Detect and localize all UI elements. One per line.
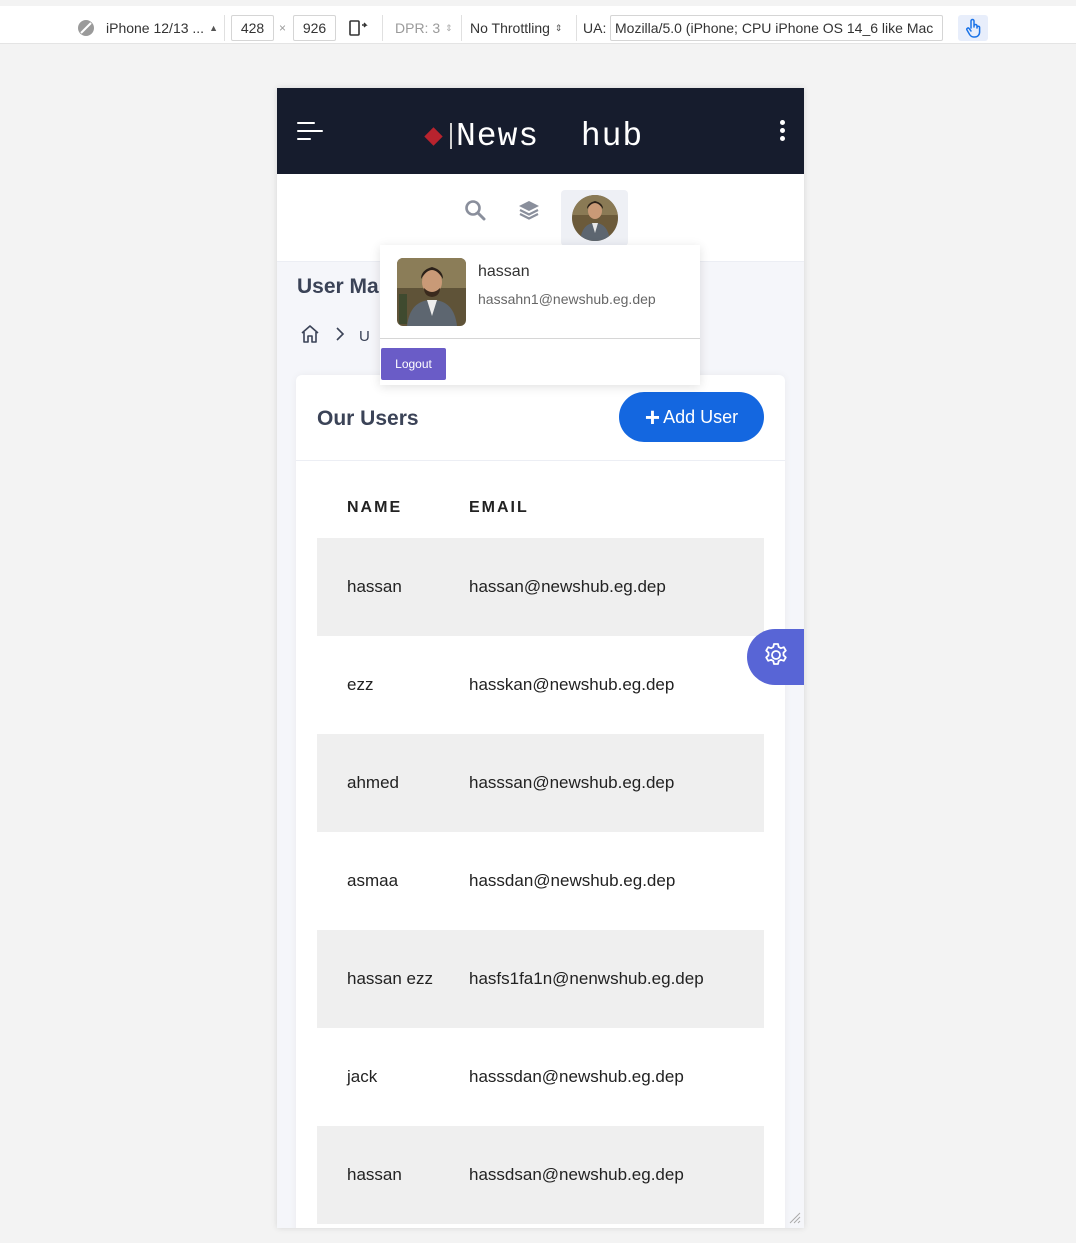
table-row[interactable]: hassan hassan@newshub.eg.dep — [317, 538, 764, 636]
user-name-cell: hassan ezz — [347, 969, 433, 988]
gear-icon — [763, 642, 789, 673]
layers-icon[interactable] — [513, 194, 545, 226]
users-card: Our Users + Add User NAME EMAIL hassan h… — [296, 375, 785, 1228]
table-row[interactable]: asmaa hassdan@newshub.eg.dep — [317, 832, 764, 930]
dpr-label: DPR: 3 — [395, 20, 441, 36]
user-name-cell: ahmed — [347, 773, 399, 792]
table-body: hassan hassan@newshub.eg.dep ezz hasskan… — [317, 538, 764, 1224]
search-icon[interactable] — [459, 194, 491, 226]
column-header-name[interactable]: NAME — [317, 499, 469, 517]
devtools-device-toolbar: iPhone 12/13 ... ▲ 428 × 926 DPR: 3 ⇕ No T… — [0, 0, 1076, 44]
rotate-device-icon[interactable] — [348, 15, 370, 41]
table-row[interactable]: jack hasssdan@newshub.eg.dep — [317, 1028, 764, 1126]
card-title: Our Users — [317, 407, 419, 430]
resize-handle[interactable] — [787, 1210, 801, 1224]
user-email-cell: hasssdan@newshub.eg.dep — [469, 1067, 684, 1086]
user-email-cell: hassdan@newshub.eg.dep — [469, 871, 676, 890]
home-icon[interactable] — [299, 323, 321, 350]
column-header-email[interactable]: EMAIL — [469, 499, 764, 517]
plus-icon: + — [644, 402, 661, 432]
device-select-label: iPhone 12/13 ... — [106, 20, 205, 36]
user-email-cell: hassan@newshub.eg.dep — [469, 577, 666, 596]
user-email-cell: hasssan@newshub.eg.dep — [469, 773, 675, 792]
device-select[interactable]: iPhone 12/13 ... ▲ — [106, 15, 218, 41]
profile-email: hassahn1@newshub.eg.dep — [478, 291, 656, 307]
chevron-right-icon — [335, 326, 345, 347]
touch-hand-icon[interactable] — [958, 15, 988, 41]
breadcrumb: U — [299, 324, 370, 348]
dpr-select[interactable]: DPR: 3 ⇕ — [395, 15, 453, 41]
brand-logo[interactable]: News hub — [424, 116, 644, 156]
mobile-viewport: News hub User Ma U hassan hassahn1@newsh… — [277, 88, 804, 1228]
add-user-button[interactable]: + Add User — [619, 392, 764, 442]
card-divider — [296, 460, 785, 461]
table-header: NAME EMAIL — [317, 478, 764, 538]
profile-dropdown: hassan hassahn1@newshub.eg.dep Logout — [380, 245, 700, 385]
user-agent-input[interactable]: Mozilla/5.0 (iPhone; CPU iPhone OS 14_6 … — [610, 15, 943, 41]
ua-label: UA: — [583, 20, 607, 36]
brand-divider — [450, 123, 452, 149]
throttling-select[interactable]: No Throttling ⇕ — [470, 15, 562, 41]
add-user-label: Add User — [663, 406, 739, 427]
page-title: User Ma — [297, 275, 379, 298]
brand-name: News hub — [456, 117, 644, 155]
logout-button[interactable]: Logout — [381, 348, 446, 380]
profile-name: hassan — [478, 263, 530, 280]
top-navbar: News hub — [277, 88, 804, 174]
profile-avatar-button[interactable] — [561, 190, 628, 246]
user-name-cell: ezz — [347, 675, 374, 694]
user-name-cell: jack — [347, 1067, 378, 1086]
user-email-cell: hasfs1fa1n@nenwshub.eg.dep — [469, 969, 704, 988]
users-table: NAME EMAIL hassan hassan@newshub.eg.dep … — [317, 478, 764, 1224]
viewport-height-input[interactable]: 926 — [293, 15, 336, 41]
table-row[interactable]: ezz hasskan@newshub.eg.dep — [317, 636, 764, 734]
settings-fab-button[interactable] — [747, 629, 804, 685]
avatar — [571, 195, 618, 241]
viewport-width-input[interactable]: 428 — [231, 15, 274, 41]
profile-photo — [397, 258, 466, 326]
table-row[interactable]: hassan ezz hasfs1fa1n@nenwshub.eg.dep — [317, 930, 764, 1028]
viewport-height-value: 926 — [302, 20, 327, 36]
kebab-menu-icon[interactable] — [779, 120, 787, 142]
user-name-cell: asmaa — [347, 871, 399, 890]
user-email-cell: hasskan@newshub.eg.dep — [469, 675, 675, 694]
no-entry-icon[interactable] — [77, 15, 95, 41]
brand-diamond-icon — [424, 126, 443, 146]
breadcrumb-current: U — [359, 327, 370, 345]
hamburger-menu-icon[interactable] — [297, 122, 323, 142]
table-row[interactable]: ahmed hasssan@newshub.eg.dep — [317, 734, 764, 832]
table-row[interactable]: hassan hassdsan@newshub.eg.dep — [317, 1126, 764, 1224]
user-name-cell: hassan — [347, 1165, 402, 1184]
viewport-width-value: 428 — [240, 20, 265, 36]
dropdown-divider — [380, 338, 700, 339]
user-name-cell: hassan — [347, 577, 402, 596]
user-email-cell: hassdsan@newshub.eg.dep — [469, 1165, 684, 1184]
user-agent-value: Mozilla/5.0 (iPhone; CPU iPhone OS 14_6 … — [615, 20, 934, 36]
times-sign: × — [279, 21, 287, 35]
throttling-label: No Throttling — [470, 20, 550, 36]
